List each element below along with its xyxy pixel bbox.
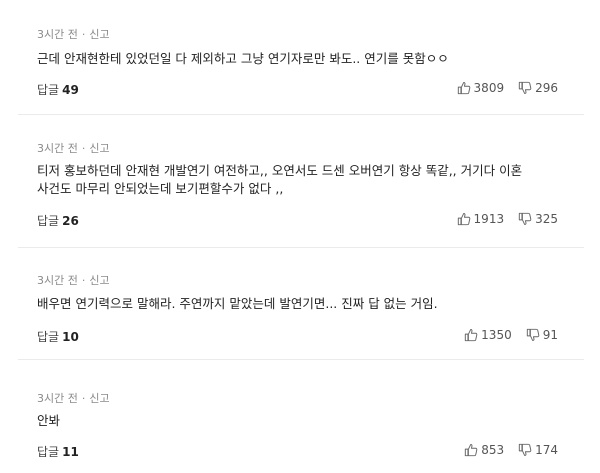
comment-item: 3시간 전 · 신고 근데 안재현한테 있었던일 다 제외하고 그냥 연기자로만 봐… [0,0,600,115]
meta-separator: · [81,392,86,405]
comment-meta: 3시간 전 · 신고 [37,390,110,406]
comment-meta: 3시간 전 · 신고 [37,26,110,42]
thumbs-up-icon [465,329,478,342]
comment-item: 3시간 전 · 신고 안봐 답글 11 853 174 [0,360,600,473]
reply-button[interactable]: 답글 10 [37,328,79,345]
vote-group: 1913 325 [457,212,558,226]
comment-time: 3시간 전 [37,28,78,41]
like-button[interactable]: 3809 [457,81,505,95]
reply-button[interactable]: 답글 49 [37,81,79,98]
thumbs-down-icon [518,443,532,456]
thumbs-up-icon [457,213,470,226]
comment-time: 3시간 전 [37,142,78,155]
thumbs-down-icon [518,212,532,225]
comment-text: 배우면 연기력으로 말해라. 주연까지 맡았는데 발연기면... 진짜 답 없는… [37,296,438,311]
comment-text: 안봐 [37,413,61,428]
reply-button[interactable]: 답글 11 [37,443,79,460]
report-link[interactable]: 신고 [89,142,109,155]
report-link[interactable]: 신고 [89,392,109,405]
vote-group: 1350 91 [464,328,558,342]
like-button[interactable]: 1350 [464,328,512,342]
like-count: 853 [481,443,505,457]
like-button[interactable]: 853 [464,443,504,457]
reply-count: 11 [62,445,79,459]
reply-label: 답글 [37,83,60,97]
reply-label: 답글 [37,214,60,228]
dislike-button[interactable]: 325 [518,212,558,226]
meta-separator: · [81,142,86,155]
comment-meta: 3시간 전 · 신고 [37,140,110,156]
like-count: 3809 [473,81,505,95]
vote-group: 853 174 [464,443,558,457]
dislike-button[interactable]: 174 [518,443,558,457]
comment-time: 3시간 전 [37,274,78,287]
vote-group: 3809 296 [457,81,558,95]
comment-time: 3시간 전 [37,392,78,405]
comment-text: 티저 홍보하던데 안재현 개발연기 여전하고,, 오연서도 드센 오버연기 항상… [37,163,523,196]
reply-count: 26 [62,214,79,228]
reply-label: 답글 [37,330,60,344]
meta-separator: · [81,28,86,41]
reply-count: 49 [62,83,79,97]
reply-label: 답글 [37,445,60,459]
meta-separator: · [81,274,86,287]
report-link[interactable]: 신고 [89,28,109,41]
thumbs-down-icon [526,328,540,341]
thumbs-up-icon [465,444,478,457]
dislike-count: 325 [535,212,558,226]
like-count: 1350 [481,328,512,342]
comment-meta: 3시간 전 · 신고 [37,272,110,288]
reply-button[interactable]: 답글 26 [37,212,79,229]
dislike-count: 296 [535,81,558,95]
like-count: 1913 [473,212,505,226]
dislike-button[interactable]: 91 [526,328,558,342]
report-link[interactable]: 신고 [89,274,109,287]
thumbs-down-icon [518,81,532,94]
comment-item: 3시간 전 · 신고 배우면 연기력으로 말해라. 주연까지 맡았는데 발연기면..… [0,248,600,360]
reply-count: 10 [62,330,79,344]
dislike-count: 174 [535,443,558,457]
like-button[interactable]: 1913 [457,212,505,226]
dislike-count: 91 [542,328,558,342]
thumbs-up-icon [457,82,470,95]
comment-text: 근데 안재현한테 있었던일 다 제외하고 그냥 연기자로만 봐도.. 연기를 못… [37,51,449,66]
comment-item: 3시간 전 · 신고 티저 홍보하던데 안재현 개발연기 여전하고,, 오연서도 드… [0,115,600,248]
dislike-button[interactable]: 296 [518,81,558,95]
